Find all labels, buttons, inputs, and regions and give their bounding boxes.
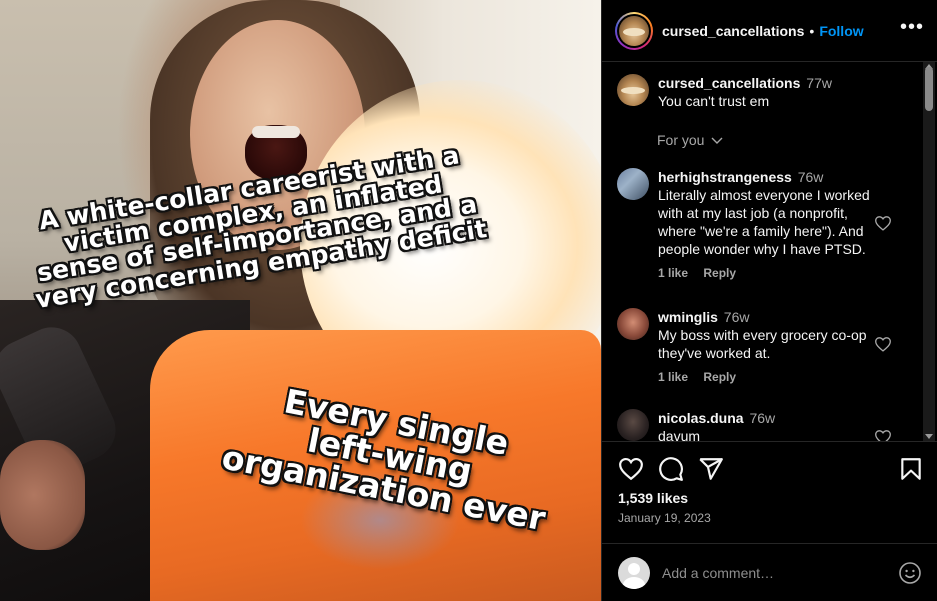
scroll-thumb[interactable]: [925, 67, 933, 111]
comment-text: Literally almost everyone I worked with …: [658, 187, 870, 257]
post-date[interactable]: January 19, 2023: [618, 511, 711, 525]
heart-icon[interactable]: [874, 336, 892, 352]
for-you-dropdown[interactable]: For you: [657, 132, 723, 148]
follow-button[interactable]: Follow: [819, 23, 863, 39]
comment-username[interactable]: nicolas.duna: [658, 410, 744, 426]
comment-text: My boss with every grocery co-op they've…: [658, 327, 867, 361]
reply-button[interactable]: Reply: [703, 370, 736, 384]
heart-icon[interactable]: [618, 456, 644, 482]
post-caption: cursed_cancellations 77w You can't trust…: [617, 74, 917, 110]
chevron-down-icon: [711, 137, 723, 145]
post-actions: 1,539 likes January 19, 2023: [602, 441, 937, 601]
author-username[interactable]: cursed_cancellations: [662, 23, 804, 39]
comments-list[interactable]: cursed_cancellations 77w You can't trust…: [602, 62, 937, 441]
comment-time: 76w: [749, 410, 776, 426]
more-icon[interactable]: •••: [900, 17, 924, 40]
likes-count[interactable]: 1,539 likes: [618, 490, 688, 506]
commenter-avatar[interactable]: [617, 409, 649, 441]
bookmark-icon[interactable]: [898, 456, 924, 482]
caption-text: You can't trust em: [658, 93, 770, 109]
current-user-avatar: [618, 557, 650, 589]
commenter-avatar[interactable]: [617, 308, 649, 340]
header-separator: •: [809, 22, 815, 39]
author-avatar[interactable]: [615, 11, 653, 50]
comment-likes[interactable]: 1 like: [658, 370, 688, 384]
add-comment-bar: [602, 543, 937, 601]
scroll-down-arrow-icon[interactable]: [925, 434, 933, 439]
caption-time: 77w: [806, 75, 832, 91]
comment-item: nicolas.duna 76w davum: [617, 409, 917, 441]
comment-likes[interactable]: 1 like: [658, 266, 688, 280]
post-side-panel: cursed_cancellations • Follow ••• cursed…: [601, 0, 937, 601]
heart-icon[interactable]: [874, 429, 892, 441]
comment-item: wminglis 76w My boss with every grocery …: [617, 308, 917, 386]
caption-author-avatar[interactable]: [617, 74, 649, 106]
comment-username[interactable]: wminglis: [658, 309, 718, 325]
comment-item: herhighstrangeness 76w Literally almost …: [617, 168, 917, 282]
comment-text: davum: [658, 428, 701, 441]
photo-teeth: [252, 126, 300, 138]
reply-button[interactable]: Reply: [703, 266, 736, 280]
post-media[interactable]: A white-collar careerist with a victim c…: [0, 0, 601, 601]
commenter-avatar[interactable]: [617, 168, 649, 200]
caption-username[interactable]: cursed_cancellations: [658, 75, 800, 91]
emoji-icon[interactable]: [898, 561, 922, 585]
for-you-label: For you: [657, 132, 705, 148]
comment-icon[interactable]: [658, 456, 684, 482]
comments-scrollbar[interactable]: [923, 62, 935, 441]
photo-hand: [0, 440, 85, 550]
comment-time: 76w: [797, 169, 824, 185]
post-header: cursed_cancellations • Follow •••: [602, 0, 937, 62]
heart-icon[interactable]: [874, 215, 892, 231]
comment-time: 76w: [723, 309, 750, 325]
add-comment-input[interactable]: [662, 565, 898, 581]
share-icon[interactable]: [698, 456, 724, 482]
comment-username[interactable]: herhighstrangeness: [658, 169, 792, 185]
